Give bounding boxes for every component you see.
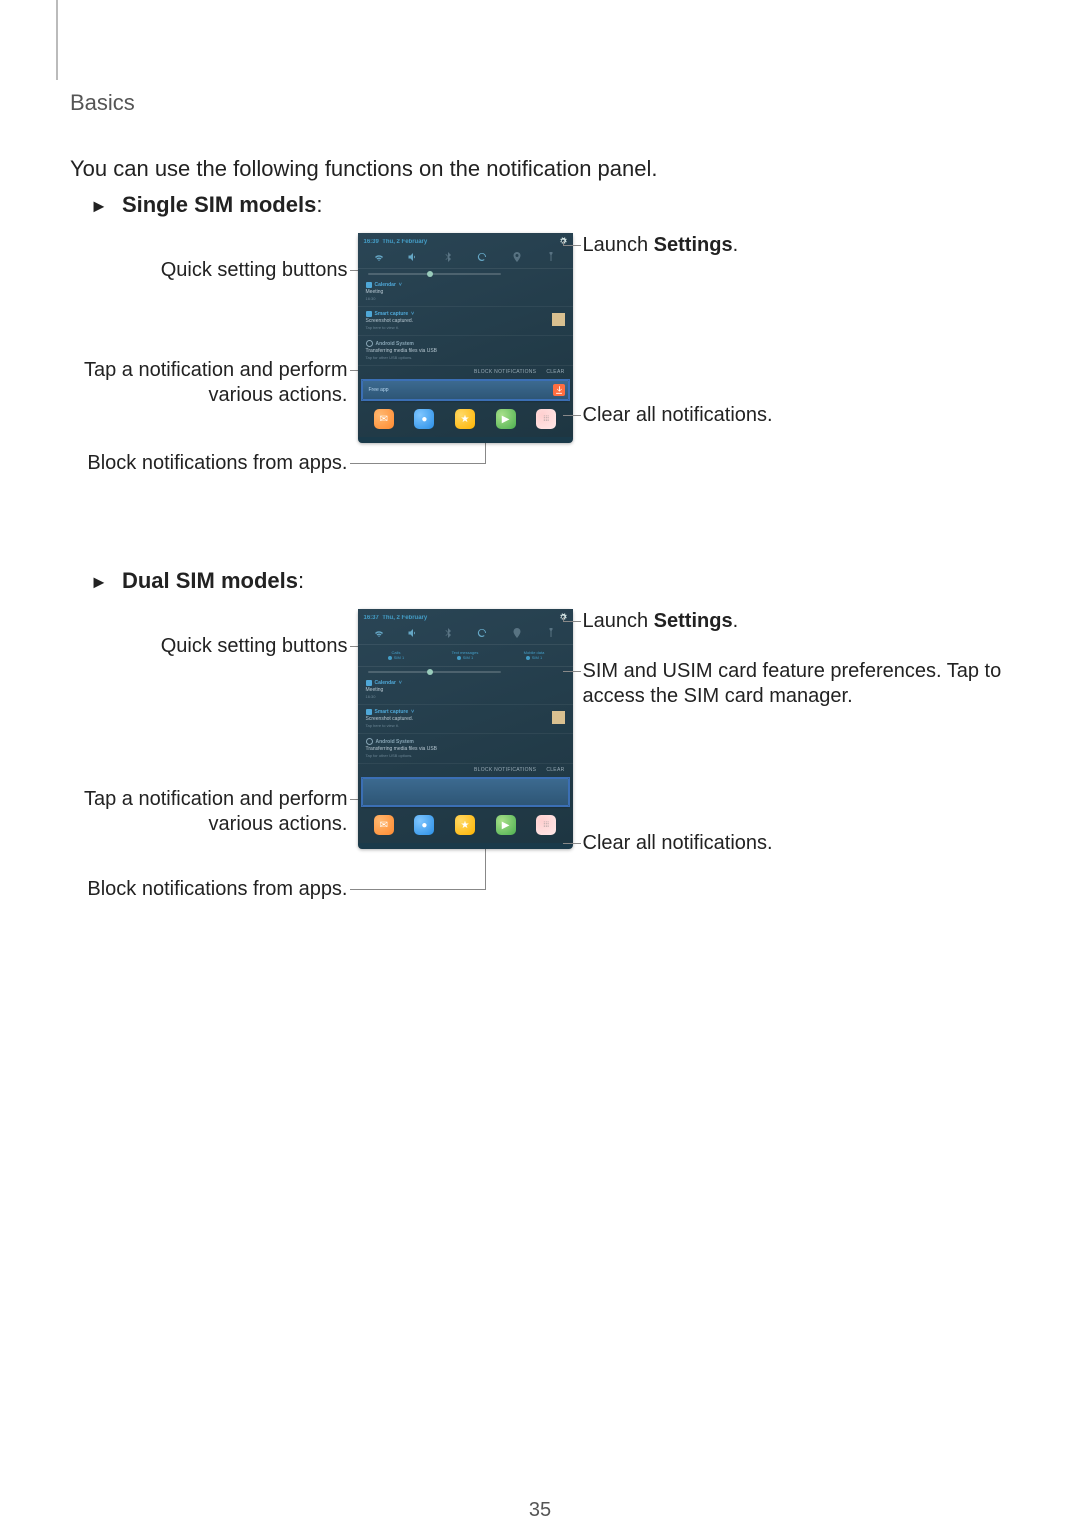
diagram-single-sim: Quick setting buttons Tap a notification…: [70, 233, 1010, 548]
heading-text: Dual SIM models: [122, 568, 298, 593]
callout-tap-notification: Tap a notification and perform various a…: [78, 787, 348, 837]
brightness-slider[interactable]: [368, 273, 501, 275]
phone-screenshot-single: 16:39 Thu, 2 February: [358, 233, 573, 443]
screenshot-thumbnail: [552, 711, 565, 724]
callout-launch-settings: Launch Settings.: [583, 233, 739, 258]
callout-sim-preferences: SIM and USIM card feature preferences. T…: [583, 659, 1003, 709]
star-icon[interactable]: ★: [455, 409, 475, 429]
callout-clear-all: Clear all notifications.: [583, 831, 773, 856]
status-bar-text: 16:37 Thu, 2 February: [364, 615, 428, 621]
breadcrumb: Basics: [70, 90, 1080, 116]
callout-launch-settings: Launch Settings.: [583, 609, 739, 634]
screenshot-thumbnail: [552, 313, 565, 326]
mail-icon[interactable]: ✉: [374, 815, 394, 835]
bluetooth-icon[interactable]: [442, 251, 454, 263]
wifi-icon[interactable]: [373, 251, 385, 263]
page-separator: [56, 0, 1080, 80]
android-icon: [366, 738, 373, 745]
location-icon[interactable]: [511, 627, 523, 639]
notification-item[interactable]: Smart capture ˅ Screenshot captured. Tap…: [358, 705, 573, 734]
sim-data[interactable]: Mobile data SIM 1: [500, 650, 569, 660]
heading-text: Single SIM models: [122, 192, 316, 217]
flashlight-icon[interactable]: [545, 627, 557, 639]
notification-item[interactable]: Calendar ˅ Meeting 16:30: [358, 278, 573, 307]
notification-item[interactable]: Android System Transferring media files …: [358, 336, 573, 366]
notification-item[interactable]: Smart capture ˅ Screenshot captured. Tap…: [358, 307, 573, 336]
section-single-sim-heading: ► Single SIM models:: [90, 192, 1010, 218]
clear-button[interactable]: CLEAR: [546, 369, 564, 375]
rotate-icon[interactable]: [476, 251, 488, 263]
download-icon[interactable]: [553, 384, 565, 396]
calendar-icon: [366, 282, 372, 288]
notification-item[interactable]: Android System Transferring media files …: [358, 734, 573, 764]
highlighted-banner[interactable]: [362, 778, 569, 806]
capture-icon: [366, 311, 372, 317]
block-notifications-button[interactable]: BLOCK NOTIFICATIONS: [474, 767, 536, 773]
sim-preferences-row[interactable]: Calls SIM 1 Text messages SIM 1 Mobile d…: [358, 645, 573, 667]
callout-clear-all: Clear all notifications.: [583, 403, 773, 428]
apps-icon[interactable]: ⁞⁞⁞: [536, 815, 556, 835]
highlighted-banner[interactable]: Free app: [362, 380, 569, 400]
diagram-dual-sim: Quick setting buttons Tap a notification…: [70, 609, 1010, 939]
play-icon[interactable]: ▶: [496, 409, 516, 429]
block-notifications-button[interactable]: BLOCK NOTIFICATIONS: [474, 369, 536, 375]
callout-block-notifications: Block notifications from apps.: [87, 877, 347, 902]
star-icon[interactable]: ★: [455, 815, 475, 835]
section-dual-sim-heading: ► Dual SIM models:: [90, 568, 1010, 594]
mail-icon[interactable]: ✉: [374, 409, 394, 429]
android-icon: [366, 340, 373, 347]
callout-quick-settings: Quick setting buttons: [161, 258, 348, 283]
intro-text: You can use the following functions on t…: [70, 156, 1010, 182]
location-icon[interactable]: [511, 251, 523, 263]
page-number: 35: [70, 1499, 1010, 1522]
callout-block-notifications: Block notifications from apps.: [87, 451, 347, 476]
play-icon[interactable]: ▶: [496, 815, 516, 835]
dock: ✉ ● ★ ▶ ⁞⁞⁞: [358, 403, 573, 437]
browser-icon[interactable]: ●: [414, 815, 434, 835]
rotate-icon[interactable]: [476, 627, 488, 639]
sim-calls[interactable]: Calls SIM 1: [362, 650, 431, 660]
dock: ✉ ● ★ ▶ ⁞⁞⁞: [358, 809, 573, 843]
capture-icon: [366, 709, 372, 715]
calendar-icon: [366, 680, 372, 686]
phone-screenshot-dual: 16:37 Thu, 2 February: [358, 609, 573, 849]
clear-button[interactable]: CLEAR: [546, 767, 564, 773]
flashlight-icon[interactable]: [545, 251, 557, 263]
sim-messages[interactable]: Text messages SIM 1: [431, 650, 500, 660]
notification-item[interactable]: Calendar ˅ Meeting 16:30: [358, 676, 573, 705]
sound-icon[interactable]: [407, 627, 419, 639]
brightness-slider[interactable]: [368, 671, 501, 673]
wifi-icon[interactable]: [373, 627, 385, 639]
apps-icon[interactable]: ⁞⁞⁞: [536, 409, 556, 429]
browser-icon[interactable]: ●: [414, 409, 434, 429]
arrow-icon: ►: [90, 572, 108, 593]
quick-settings-row[interactable]: [358, 249, 573, 269]
quick-settings-row[interactable]: [358, 625, 573, 645]
bluetooth-icon[interactable]: [442, 627, 454, 639]
status-bar-text: 16:39 Thu, 2 February: [364, 239, 428, 245]
arrow-icon: ►: [90, 196, 108, 217]
sound-icon[interactable]: [407, 251, 419, 263]
callout-quick-settings: Quick setting buttons: [161, 634, 348, 659]
callout-tap-notification: Tap a notification and perform various a…: [78, 358, 348, 408]
